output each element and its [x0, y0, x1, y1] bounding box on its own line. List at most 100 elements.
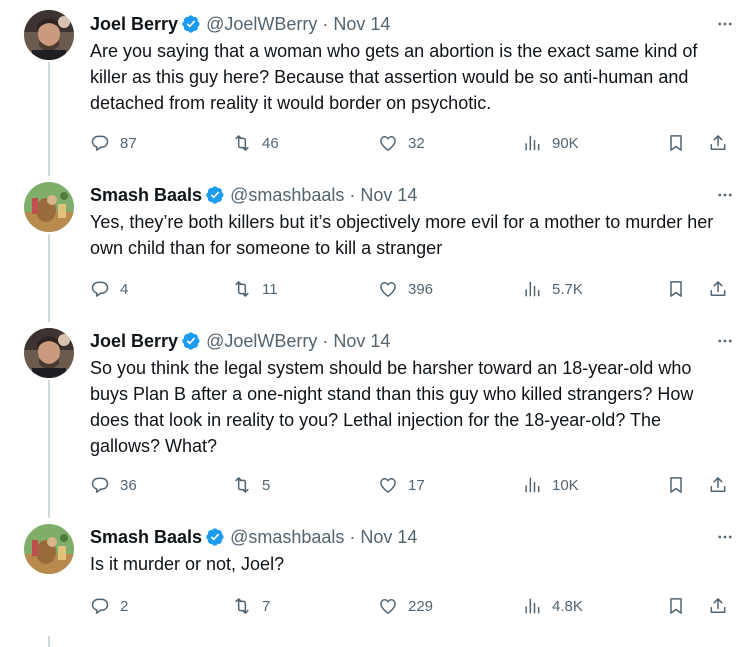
- share-icon: [710, 281, 726, 296]
- bookmark-button[interactable]: [666, 276, 686, 302]
- separator: ·: [322, 330, 329, 351]
- conversation-thread: Joel Berry @JoelWBerry · Nov 14 Are you …: [0, 0, 756, 647]
- reply-icon: [91, 281, 109, 297]
- views-button[interactable]: 90K: [522, 130, 579, 156]
- retweet-count: 5: [262, 476, 271, 494]
- views-icon: [525, 281, 540, 297]
- tweet-actions: 4 11 396 5.7K: [90, 276, 736, 302]
- reply-button[interactable]: 4: [90, 276, 128, 302]
- views-count: 90K: [552, 134, 579, 152]
- bookmark-icon: [670, 598, 682, 614]
- like-button[interactable]: 32: [378, 130, 425, 156]
- author-name[interactable]: Smash Baals: [90, 185, 202, 206]
- bookmark-icon: [670, 281, 682, 297]
- views-icon: [525, 477, 540, 493]
- retweet-count: 46: [262, 134, 279, 152]
- views-count: 10K: [552, 476, 579, 494]
- more-icon[interactable]: [714, 12, 736, 36]
- reply-count: 36: [120, 476, 137, 494]
- verified-badge-icon: [206, 186, 224, 204]
- more-icon[interactable]: [714, 525, 736, 549]
- views-button[interactable]: 4.8K: [522, 593, 583, 619]
- timestamp[interactable]: Nov 14: [360, 185, 417, 206]
- reply-button[interactable]: 2: [90, 593, 128, 619]
- verified-badge-icon: [182, 332, 200, 350]
- views-count: 5.7K: [552, 280, 583, 298]
- thread-connector: [48, 636, 50, 647]
- like-button[interactable]: 17: [378, 472, 425, 498]
- like-button[interactable]: 396: [378, 276, 433, 302]
- author-name[interactable]: Smash Baals: [90, 527, 202, 548]
- retweet-icon: [235, 477, 249, 493]
- tweet-header: Joel Berry @JoelWBerry · Nov 14: [90, 329, 736, 353]
- share-button[interactable]: [708, 593, 728, 619]
- retweet-icon: [235, 598, 249, 614]
- tweet-actions: 36 5 17 10K: [90, 472, 736, 498]
- timestamp[interactable]: Nov 14: [360, 527, 417, 548]
- reply-count: 87: [120, 134, 137, 152]
- separator: ·: [322, 13, 329, 34]
- avatar[interactable]: [24, 524, 74, 574]
- verified-badge-icon: [206, 528, 224, 546]
- like-icon: [380, 282, 396, 297]
- author-handle[interactable]: @JoelWBerry: [206, 14, 317, 35]
- reply-count: 4: [120, 280, 129, 298]
- tweet-header: Smash Baals @smashbaals · Nov 14: [90, 183, 736, 207]
- author-name[interactable]: Joel Berry: [90, 331, 178, 352]
- tweet-header: Smash Baals @smashbaals · Nov 14: [90, 525, 736, 549]
- tweet-text: So you think the legal system should be …: [90, 358, 694, 456]
- avatar[interactable]: [24, 328, 74, 378]
- timestamp[interactable]: Nov 14: [333, 14, 390, 35]
- author-handle[interactable]: @smashbaals: [230, 527, 344, 548]
- like-count: 396: [408, 280, 434, 298]
- tweet[interactable]: Smash Baals @smashbaals · Nov 14 Is it m…: [0, 518, 756, 647]
- reply-button[interactable]: 36: [90, 472, 137, 498]
- share-icon: [710, 135, 726, 150]
- reply-count: 2: [120, 597, 129, 615]
- tweet-text: Is it murder or not, Joel?: [90, 554, 285, 574]
- bookmark-button[interactable]: [666, 472, 686, 498]
- verified-badge-icon: [182, 15, 200, 33]
- retweet-button[interactable]: 11: [232, 276, 278, 302]
- share-icon: [710, 598, 726, 613]
- reply-icon: [91, 477, 109, 493]
- author-name[interactable]: Joel Berry: [90, 14, 178, 35]
- views-button[interactable]: 10K: [522, 472, 579, 498]
- retweet-button[interactable]: 46: [232, 130, 279, 156]
- retweet-count: 11: [262, 280, 278, 298]
- bookmark-icon: [670, 477, 682, 493]
- views-icon: [525, 135, 540, 151]
- tweet-text: Yes, they’re both killers but it’s objec…: [90, 212, 714, 258]
- avatar[interactable]: [24, 182, 74, 232]
- more-icon[interactable]: [714, 183, 736, 207]
- views-button[interactable]: 5.7K: [522, 276, 583, 302]
- tweet[interactable]: Smash Baals @smashbaals · Nov 14 Yes, th…: [0, 176, 756, 322]
- share-button[interactable]: [708, 276, 728, 302]
- reply-button[interactable]: 87: [90, 130, 137, 156]
- bookmark-button[interactable]: [666, 130, 686, 156]
- thread-connector: [48, 380, 50, 518]
- like-button[interactable]: 229: [378, 593, 433, 619]
- bookmark-button[interactable]: [666, 593, 686, 619]
- views-count: 4.8K: [552, 597, 583, 615]
- tweet[interactable]: Joel Berry @JoelWBerry · Nov 14 Are you …: [0, 0, 756, 176]
- like-count: 17: [408, 476, 425, 494]
- more-icon[interactable]: [714, 329, 736, 353]
- tweet-header: Joel Berry @JoelWBerry · Nov 14: [90, 12, 736, 36]
- like-icon: [380, 599, 396, 614]
- like-count: 229: [408, 597, 434, 615]
- share-button[interactable]: [708, 130, 728, 156]
- separator: ·: [349, 184, 356, 205]
- retweet-button[interactable]: 7: [232, 593, 270, 619]
- reply-icon: [91, 135, 109, 151]
- share-button[interactable]: [708, 472, 728, 498]
- retweet-icon: [235, 135, 249, 151]
- retweet-button[interactable]: 5: [232, 472, 270, 498]
- author-handle[interactable]: @smashbaals: [230, 185, 344, 206]
- avatar[interactable]: [24, 10, 74, 60]
- like-count: 32: [408, 134, 425, 152]
- tweet[interactable]: Joel Berry @JoelWBerry · Nov 14 So you t…: [0, 322, 756, 518]
- timestamp[interactable]: Nov 14: [333, 331, 390, 352]
- author-handle[interactable]: @JoelWBerry: [206, 331, 317, 352]
- tweet-text: Are you saying that a woman who gets an …: [90, 41, 698, 113]
